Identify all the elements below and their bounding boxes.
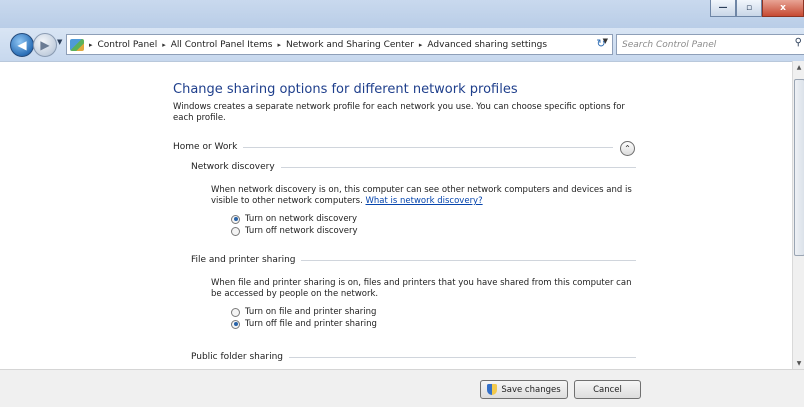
divider: [301, 259, 636, 261]
cancel-button[interactable]: Cancel: [574, 380, 641, 399]
section-heading: File and printer sharing: [191, 255, 296, 265]
radio-unselected-icon[interactable]: [231, 226, 240, 236]
section-heading: Public folder sharing: [191, 352, 284, 362]
scroll-up-icon[interactable]: ▲: [793, 61, 804, 73]
radio-turn-off-network-discovery[interactable]: Turn off network discovery: [231, 226, 358, 236]
radio-selected-icon[interactable]: [231, 214, 240, 224]
address-bar[interactable]: ▸ Control Panel ▸ All Control Panel Item…: [66, 34, 613, 55]
recent-pages-dropdown-icon[interactable]: ▼: [57, 38, 62, 46]
maximize-icon: ▫: [745, 3, 753, 13]
forward-arrow-icon: ▶: [40, 38, 50, 52]
uac-shield-icon: [487, 384, 498, 395]
forward-button[interactable]: ▶: [33, 33, 57, 57]
navigation-bar: ◀ ▶ ▼ ▸ Control Panel ▸ All Control Pane…: [0, 28, 804, 61]
breadcrumb-control-panel[interactable]: Control Panel: [98, 40, 158, 50]
breadcrumb-separator-icon[interactable]: ▸: [162, 41, 166, 49]
divider: [280, 166, 636, 168]
file-printer-sharing-section-header: File and printer sharing: [191, 255, 636, 265]
public-folder-sharing-section-header: Public folder sharing: [191, 352, 636, 362]
title-bar: — ▫ x: [0, 0, 804, 28]
breadcrumb-separator-icon[interactable]: ▸: [89, 41, 93, 49]
breadcrumb-network-sharing-center[interactable]: Network and Sharing Center: [286, 40, 414, 50]
divider: [243, 146, 613, 148]
search-input[interactable]: [617, 38, 784, 51]
refresh-button[interactable]: ↻: [591, 34, 611, 53]
vertical-scrollbar[interactable]: ▲ ▼: [792, 61, 804, 369]
back-button[interactable]: ◀: [10, 33, 34, 57]
close-button[interactable]: x: [762, 0, 804, 17]
maximize-button[interactable]: ▫: [736, 0, 762, 17]
save-changes-button[interactable]: Save changes: [480, 380, 568, 399]
breadcrumb-advanced-sharing[interactable]: Advanced sharing settings: [427, 40, 547, 50]
breadcrumb-all-items[interactable]: All Control Panel Items: [171, 40, 273, 50]
divider: [289, 356, 636, 358]
file-printer-sharing-description: When file and printer sharing is on, fil…: [211, 278, 632, 299]
radio-turn-off-file-sharing[interactable]: Turn off file and printer sharing: [231, 319, 377, 329]
network-discovery-description: When network discovery is on, this compu…: [211, 185, 632, 206]
close-icon: x: [780, 3, 786, 13]
collapse-profile-button[interactable]: ⌃: [620, 141, 635, 156]
page-title: Change sharing options for different net…: [173, 82, 518, 97]
network-discovery-help-link[interactable]: What is network discovery?: [366, 196, 483, 206]
profile-name: Home or Work: [173, 142, 238, 152]
window-controls: — ▫ x: [710, 0, 804, 17]
search-box[interactable]: ⚲: [616, 34, 804, 55]
chevron-up-icon: ⌃: [624, 144, 631, 153]
section-heading: Network discovery: [191, 162, 275, 172]
scrollbar-thumb[interactable]: [794, 79, 804, 256]
back-arrow-icon: ◀: [17, 38, 27, 52]
radio-turn-on-file-sharing[interactable]: Turn on file and printer sharing: [231, 307, 376, 317]
radio-unselected-icon[interactable]: [231, 307, 240, 317]
breadcrumb-separator-icon[interactable]: ▸: [419, 41, 423, 49]
breadcrumb-separator-icon[interactable]: ▸: [277, 41, 281, 49]
radio-selected-icon[interactable]: [231, 319, 240, 329]
radio-turn-on-network-discovery[interactable]: Turn on network discovery: [231, 214, 357, 224]
page-intro: Windows creates a separate network profi…: [173, 102, 625, 123]
control-panel-icon: [70, 38, 84, 51]
minimize-icon: —: [718, 3, 728, 13]
profile-header-home-work: Home or Work: [173, 142, 613, 152]
main-content: Change sharing options for different net…: [0, 61, 792, 370]
search-icon[interactable]: ⚲: [795, 37, 802, 48]
minimize-button[interactable]: —: [710, 0, 736, 17]
scroll-down-icon[interactable]: ▼: [793, 357, 804, 369]
refresh-icon: ↻: [596, 37, 606, 50]
footer-bar: Save changes Cancel: [0, 369, 804, 407]
network-discovery-section-header: Network discovery: [191, 162, 636, 172]
